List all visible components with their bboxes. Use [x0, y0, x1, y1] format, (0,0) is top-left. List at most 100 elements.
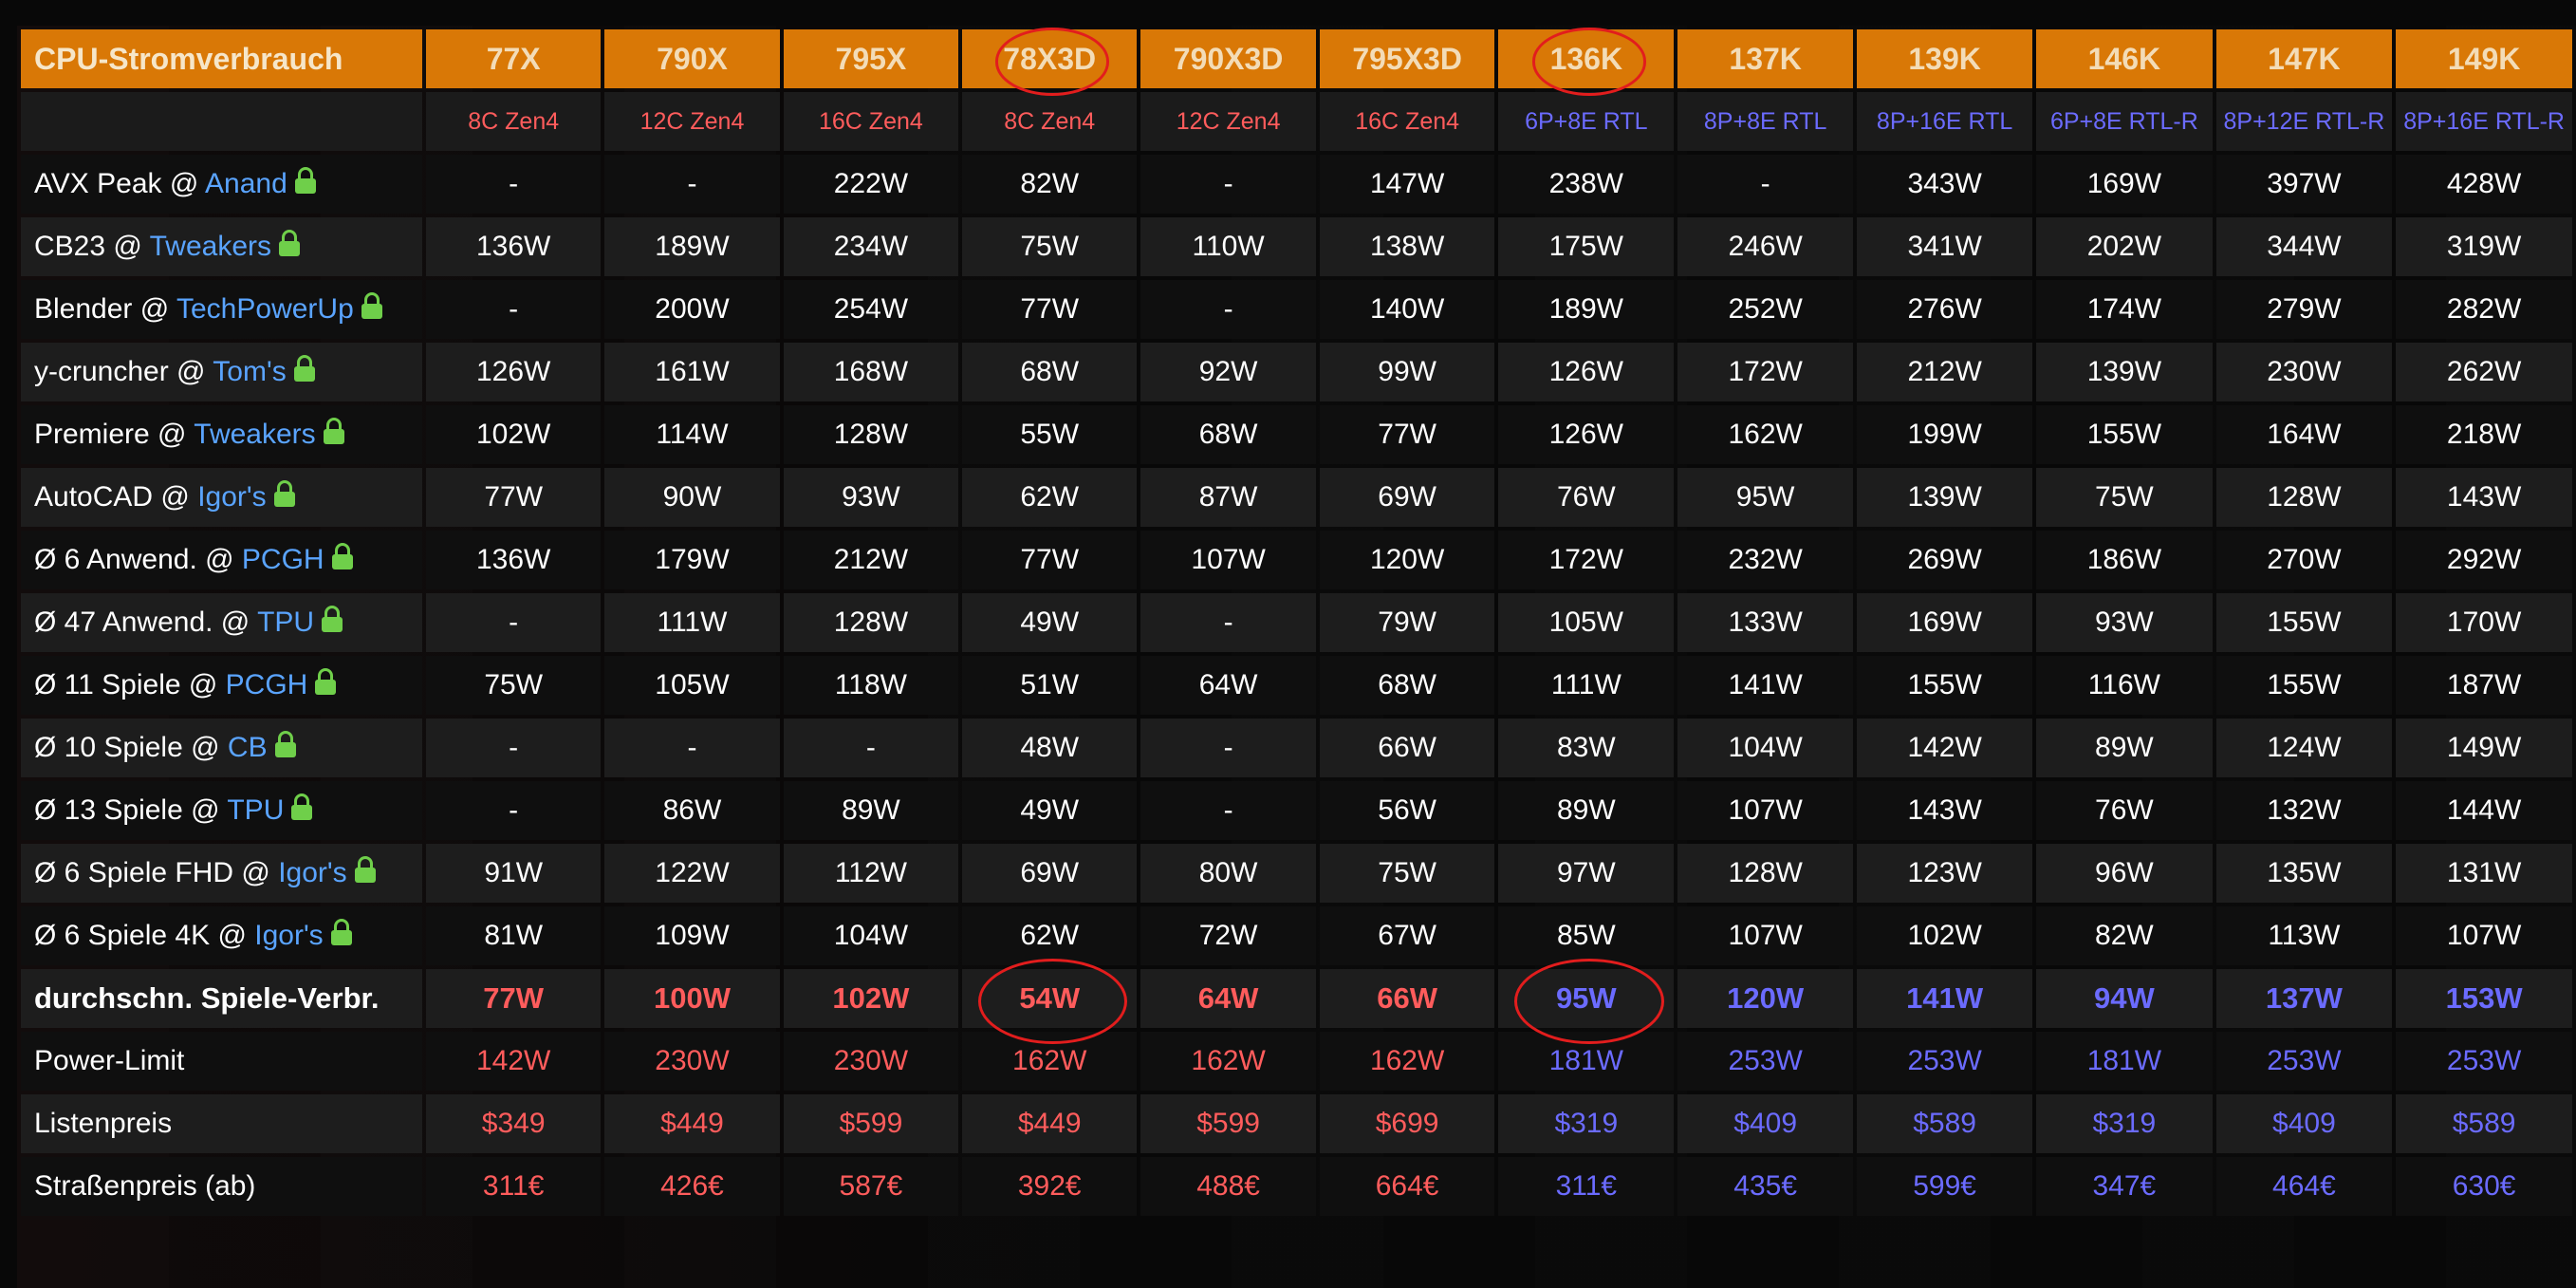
source-link[interactable]: PCGH: [226, 669, 308, 700]
row-label: Premiere @ Tweakers: [21, 405, 423, 464]
value-cell: 126W: [1498, 405, 1675, 464]
source-link[interactable]: Tweakers: [150, 231, 271, 262]
source-link[interactable]: TPU: [257, 607, 314, 638]
value-cell: 123W: [1857, 844, 2033, 903]
value-cell: $589: [1857, 1094, 2033, 1153]
value-cell: 311€: [1498, 1157, 1675, 1216]
row-label: Ø 13 Spiele @ TPU: [21, 781, 423, 840]
row-label-text: Ø 47 Anwend. @: [34, 607, 258, 638]
table-row: Power-Limit 142W 230W 230W 162W 162W 162W 181W 2…: [21, 1032, 2572, 1091]
column-header-77x: 77X: [426, 29, 602, 88]
spec-cell-149k: 8P+16E RTL-R: [2396, 92, 2572, 151]
value-cell: 143W: [1857, 781, 2033, 840]
value-cell: 80W: [1140, 844, 1316, 903]
lock-icon: [323, 418, 344, 444]
value-cell: 172W: [1498, 531, 1675, 589]
row-label: y-cruncher @ Tom's: [21, 343, 423, 401]
source-link[interactable]: CB: [228, 732, 268, 763]
value-cell: 77W: [426, 969, 602, 1028]
value-cell: 292W: [2396, 531, 2572, 589]
row-label: Ø 11 Spiele @ PCGH: [21, 656, 423, 715]
value-cell: 51W: [962, 656, 1138, 715]
value-cell: 132W: [2215, 781, 2393, 840]
value-cell: 64W: [1140, 656, 1316, 715]
row-label-text: Power-Limit: [34, 1045, 185, 1076]
value-cell: 66W: [1319, 969, 1495, 1028]
value-cell: 230W: [2215, 343, 2393, 401]
value-cell: 105W: [604, 656, 780, 715]
value-cell: 49W: [962, 781, 1138, 840]
lock-icon: [315, 668, 337, 695]
value-cell: 99W: [1319, 343, 1495, 401]
value-cell: $449: [962, 1094, 1138, 1153]
value-cell: 107W: [1677, 906, 1854, 965]
value-cell: 200W: [604, 280, 780, 339]
value-cell: 72W: [1140, 906, 1316, 965]
source-link[interactable]: Anand: [205, 168, 287, 199]
source-link[interactable]: PCGH: [242, 544, 324, 575]
value-cell: 435€: [1677, 1157, 1854, 1216]
row-label: Ø 6 Spiele 4K @ Igor's: [21, 906, 423, 965]
value-cell: 282W: [2396, 280, 2572, 339]
row-label: Listenpreis: [21, 1094, 423, 1153]
row-label: AutoCAD @ Igor's: [21, 468, 423, 527]
value-cell: 97W: [1498, 844, 1675, 903]
value-cell: 82W: [962, 155, 1138, 214]
value-cell: 89W: [1498, 781, 1675, 840]
table-body: AVX Peak @ Anand - -222W 82W -147W 238W -343W 1…: [21, 155, 2572, 1216]
value-cell: $319: [1498, 1094, 1675, 1153]
source-link[interactable]: TechPowerUp: [176, 293, 354, 325]
value-cell: -: [604, 719, 780, 777]
value-cell: 155W: [2215, 656, 2393, 715]
source-link[interactable]: Igor's: [278, 857, 346, 888]
table-row: Ø 13 Spiele @ TPU -86W 89W 49W -56W 89W 107W 14…: [21, 781, 2572, 840]
value-cell: 141W: [1677, 656, 1854, 715]
value-cell: 170W: [2396, 593, 2572, 652]
value-cell: 69W: [1319, 468, 1495, 527]
value-cell: 222W: [783, 155, 959, 214]
row-label-text: Ø 6 Spiele FHD @: [34, 857, 279, 888]
value-cell: 122W: [604, 844, 780, 903]
value-cell: -: [426, 781, 602, 840]
table-row: Ø 10 Spiele @ CB - - -48W -66W 83W 104W 142W 89W…: [21, 719, 2572, 777]
source-link[interactable]: Tweakers: [194, 419, 315, 450]
spec-cell-795x: 16C Zen4: [783, 92, 959, 151]
spec-cell-137k: 8P+8E RTL: [1677, 92, 1854, 151]
value-cell: $319: [2036, 1094, 2213, 1153]
value-cell: 128W: [783, 405, 959, 464]
cpu-power-table: CPU-Stromverbrauch 77X 790X 795X 78X3D 790X3…: [17, 26, 2576, 1220]
value-cell: 162W: [1140, 1032, 1316, 1091]
value-cell: 234W: [783, 217, 959, 276]
value-cell: 75W: [1319, 844, 1495, 903]
value-cell: 253W: [1857, 1032, 2033, 1091]
value-cell: 107W: [2396, 906, 2572, 965]
value-cell: 107W: [1677, 781, 1854, 840]
column-header-78x3d: 78X3D: [962, 29, 1138, 88]
column-header-139k: 139K: [1857, 29, 2033, 88]
source-link[interactable]: Igor's: [197, 481, 266, 513]
value-cell: 141W: [1857, 969, 2033, 1028]
value-cell: 87W: [1140, 468, 1316, 527]
source-link[interactable]: Igor's: [254, 920, 323, 951]
value-cell: 82W: [2036, 906, 2213, 965]
value-cell: 68W: [1319, 656, 1495, 715]
value-cell: 161W: [604, 343, 780, 401]
value-cell: 111W: [604, 593, 780, 652]
value-cell: 202W: [2036, 217, 2213, 276]
row-label-text: y-cruncher @: [34, 356, 213, 387]
value-cell: 109W: [604, 906, 780, 965]
value-cell: 343W: [1857, 155, 2033, 214]
lock-icon: [354, 856, 376, 883]
value-cell: 124W: [2215, 719, 2393, 777]
source-link[interactable]: TPU: [227, 794, 284, 826]
lock-icon: [273, 480, 295, 507]
source-link[interactable]: Tom's: [213, 356, 286, 387]
value-cell: 199W: [1857, 405, 2033, 464]
lock-icon: [361, 292, 382, 319]
spec-cell-795x3d: 16C Zen4: [1319, 92, 1495, 151]
value-cell: 218W: [2396, 405, 2572, 464]
value-cell: 68W: [962, 343, 1138, 401]
value-cell: 238W: [1498, 155, 1675, 214]
value-cell: 181W: [2036, 1032, 2213, 1091]
value-cell: 93W: [783, 468, 959, 527]
